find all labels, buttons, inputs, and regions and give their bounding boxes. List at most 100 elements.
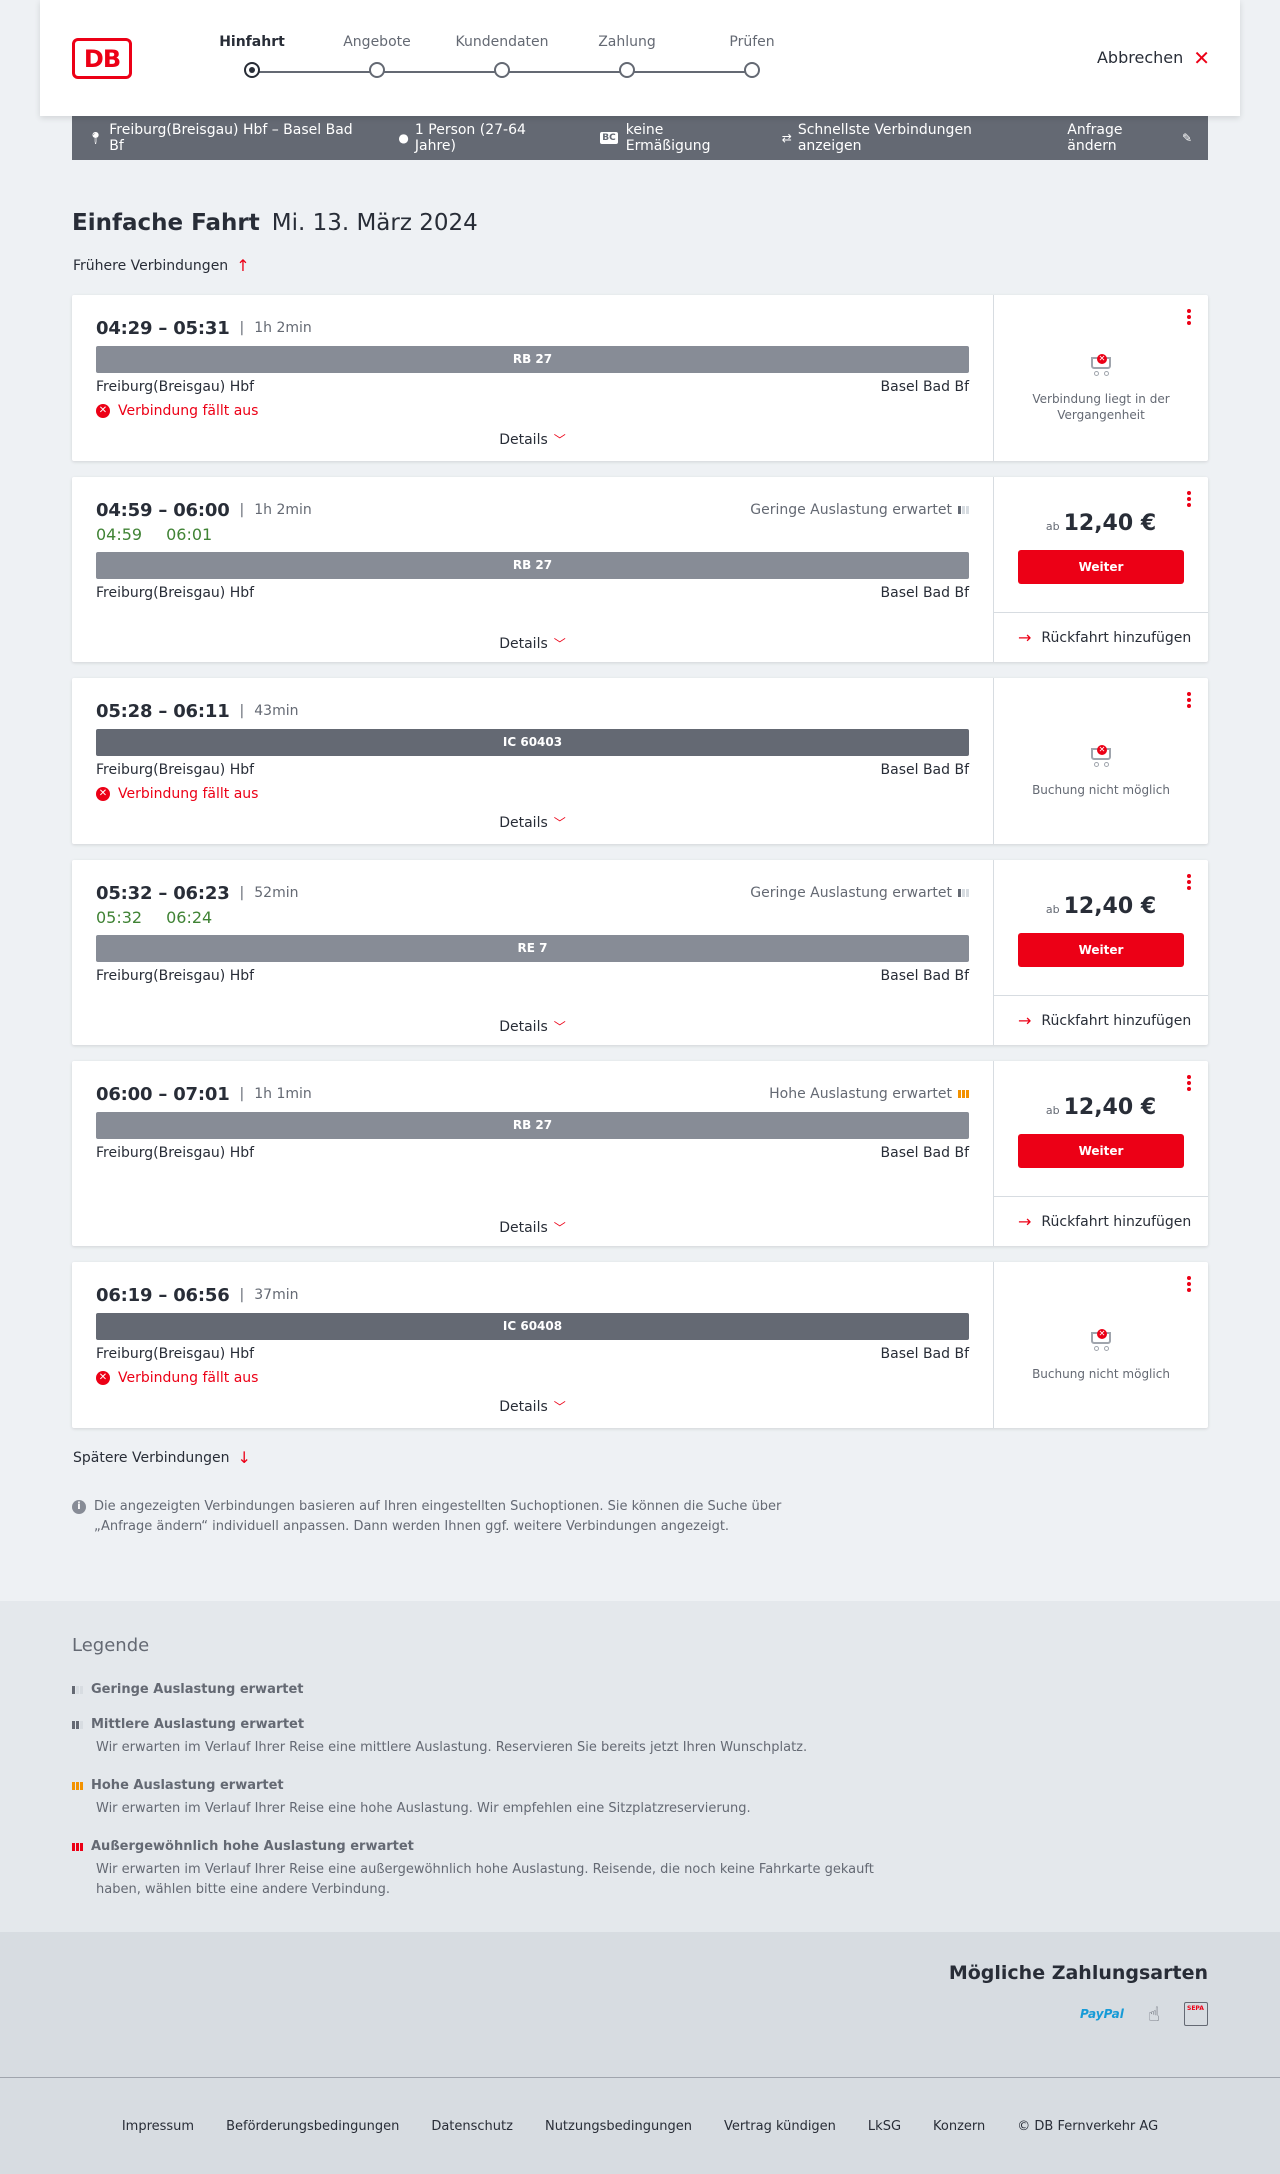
details-label: Details: [499, 815, 548, 831]
connection-info: 04:29 – 05:31 | 1h 2min RB 27 Freiburg(Bre…: [72, 295, 994, 461]
more-menu-icon[interactable]: [1186, 491, 1192, 509]
train-bar[interactable]: IC 60408: [96, 1313, 969, 1340]
connection-info: 06:19 – 06:56 | 37min IC 60408 Freiburg(Br…: [72, 1262, 994, 1428]
details-toggle[interactable]: Details ﹀: [96, 635, 969, 652]
connection-times: 04:59 – 06:00: [96, 499, 230, 521]
footer-link-befoerderungsbedingungen[interactable]: Beförderungsbedingungen: [226, 2119, 399, 2134]
connection-card: 05:32 – 06:23 | 52min Geringe Auslastung e…: [72, 860, 1208, 1045]
person-icon: ●: [398, 131, 409, 145]
details-toggle[interactable]: Details ﹀: [96, 1398, 969, 1415]
departure-station: Freiburg(Breisgau) Hbf: [96, 1346, 255, 1362]
price-prefix: ab: [1045, 1104, 1060, 1117]
high-load-icon: [958, 1090, 969, 1098]
continue-button[interactable]: Weiter: [1018, 1134, 1184, 1168]
later-connections-link[interactable]: Spätere Verbindungen ↓: [72, 1448, 1208, 1467]
cancel-button[interactable]: Abbrechen ✕: [1096, 48, 1210, 68]
footer-link-datenschutz[interactable]: Datenschutz: [431, 2119, 513, 2134]
very-high-load-icon: [72, 1842, 83, 1851]
connection-duration: 37min: [254, 1287, 299, 1303]
booking-panel: ab 12,40 € Weiter → Rückfahrt hinzufügen: [994, 477, 1208, 662]
step-hinfahrt[interactable]: Hinfahrt: [192, 34, 312, 78]
price-value: 12,40 €: [1063, 1095, 1157, 1120]
step-label: Zahlung: [598, 34, 656, 50]
load-text: Geringe Auslastung erwartet: [750, 502, 952, 518]
arrival-station: Basel Bad Bf: [880, 379, 969, 395]
booking-panel: ab 12,40 € Weiter → Rückfahrt hinzufügen: [994, 1061, 1208, 1246]
continue-button[interactable]: Weiter: [1018, 933, 1184, 967]
details-toggle[interactable]: Details ﹀: [96, 1219, 969, 1236]
add-return-trip-button[interactable]: → Rückfahrt hinzufügen: [994, 612, 1208, 662]
legend-item: Hohe Auslastung erwartet Wir erwarten im…: [72, 1778, 1280, 1819]
details-toggle[interactable]: Details ﹀: [96, 814, 969, 831]
price-prefix: ab: [1045, 903, 1060, 916]
earlier-connections-link[interactable]: Frühere Verbindungen ↑: [72, 256, 1208, 275]
cart-unavailable-icon: ✕: [1087, 351, 1115, 377]
separator: |: [239, 703, 245, 719]
connection-times: 05:32 – 06:23: [96, 882, 230, 904]
unavailable-text: Buchung nicht möglich: [1032, 783, 1170, 797]
price-prefix: ab: [1045, 520, 1060, 533]
search-disclaimer: i Die angezeigten Verbindungen basieren a…: [72, 1497, 832, 1537]
booking-panel: ✕ Verbindung liegt in der Vergangenheit: [994, 295, 1208, 461]
cancel-label: Abbrechen: [1096, 48, 1184, 67]
pencil-icon: ✎: [1181, 131, 1192, 145]
train-bar[interactable]: IC 60403: [96, 729, 969, 756]
footer-link-impressum[interactable]: Impressum: [122, 2119, 194, 2134]
connection-info: 06:00 – 07:01 | 1h 1min Hohe Auslastung er…: [72, 1061, 994, 1246]
cancellation-text: Verbindung fällt aus: [118, 403, 259, 419]
price: ab 12,40 €: [1046, 894, 1156, 919]
connection-card: 04:29 – 05:31 | 1h 2min RB 27 Freiburg(Bre…: [72, 295, 1208, 461]
departure-station: Freiburg(Breisgau) Hbf: [96, 379, 255, 395]
price: ab 12,40 €: [1046, 511, 1156, 536]
connection-times: 05:28 – 06:11: [96, 700, 230, 722]
legend-item: Geringe Auslastung erwartet: [72, 1682, 1280, 1697]
more-menu-icon[interactable]: [1186, 692, 1192, 710]
train-bar[interactable]: RB 27: [96, 1112, 969, 1139]
low-load-icon: [72, 1685, 83, 1694]
discount-text: keine Ermäßigung: [625, 122, 711, 154]
load-indicator: Geringe Auslastung erwartet: [750, 502, 969, 518]
arrow-right-icon: →: [1018, 628, 1032, 647]
train-bar[interactable]: RB 27: [96, 346, 969, 373]
cart-unavailable-icon: ✕: [1087, 1326, 1115, 1352]
footer-link-nutzungsbedingungen[interactable]: Nutzungsbedingungen: [545, 2119, 692, 2134]
add-return-trip-button[interactable]: → Rückfahrt hinzufügen: [994, 995, 1208, 1045]
error-icon: ✕: [96, 787, 110, 801]
more-menu-icon[interactable]: [1186, 1075, 1192, 1093]
train-bar[interactable]: RB 27: [96, 552, 969, 579]
main-content: Einfache Fahrt Mi. 13. März 2024 Frühere…: [72, 210, 1208, 1537]
legend-section: Legende Geringe Auslastung erwartet Mitt…: [0, 1601, 1280, 1932]
train-bar[interactable]: RE 7: [96, 935, 969, 962]
step-kundendaten: Kundendaten: [442, 34, 562, 78]
connection-times: 04:29 – 05:31: [96, 317, 230, 339]
price: ab 12,40 €: [1046, 1095, 1156, 1120]
arrival-station: Basel Bad Bf: [880, 1145, 969, 1161]
legend-item-title: Mittlere Auslastung erwartet: [91, 1717, 305, 1732]
chevron-down-icon: ﹀: [553, 1221, 566, 1235]
error-icon: ✕: [96, 1371, 110, 1385]
footer-link-konzern[interactable]: Konzern: [933, 2119, 985, 2134]
more-menu-icon[interactable]: [1186, 309, 1192, 327]
step-label: Angebote: [343, 34, 411, 50]
legend-item-text: Wir erwarten im Verlauf Ihrer Reise eine…: [96, 1801, 751, 1816]
footer-link-vertrag-kuendigen[interactable]: Vertrag kündigen: [724, 2119, 836, 2134]
db-logo[interactable]: DB: [72, 38, 132, 79]
more-menu-icon[interactable]: [1186, 1276, 1192, 1294]
change-request-button[interactable]: Anfrage ändern ✎: [1067, 122, 1192, 154]
add-return-trip-button[interactable]: → Rückfahrt hinzufügen: [994, 1196, 1208, 1246]
realtime-arrival: 06:24: [166, 908, 213, 927]
booking-stepper: Hinfahrt Angebote Kundendaten Zahlung Pr…: [210, 34, 775, 84]
price-value: 12,40 €: [1063, 894, 1157, 919]
footer-link-lksg[interactable]: LkSG: [868, 2119, 901, 2134]
route-text: Freiburg(Breisgau) Hbf – Basel Bad Bf: [109, 122, 353, 154]
continue-button[interactable]: Weiter: [1018, 550, 1184, 584]
arrival-station: Basel Bad Bf: [880, 762, 969, 778]
details-toggle[interactable]: Details ﹀: [96, 431, 969, 448]
cancellation-text: Verbindung fällt aus: [118, 786, 259, 802]
arrow-right-icon: →: [1018, 1212, 1032, 1231]
cancellation-notice: ✕ Verbindung fällt aus: [96, 403, 969, 419]
cancellation-text: Verbindung fällt aus: [118, 1370, 259, 1386]
more-menu-icon[interactable]: [1186, 874, 1192, 892]
details-toggle[interactable]: Details ﹀: [96, 1018, 969, 1035]
search-summary-bar: 📍︎ Freiburg(Breisgau) Hbf – Basel Bad Bf …: [72, 116, 1208, 160]
